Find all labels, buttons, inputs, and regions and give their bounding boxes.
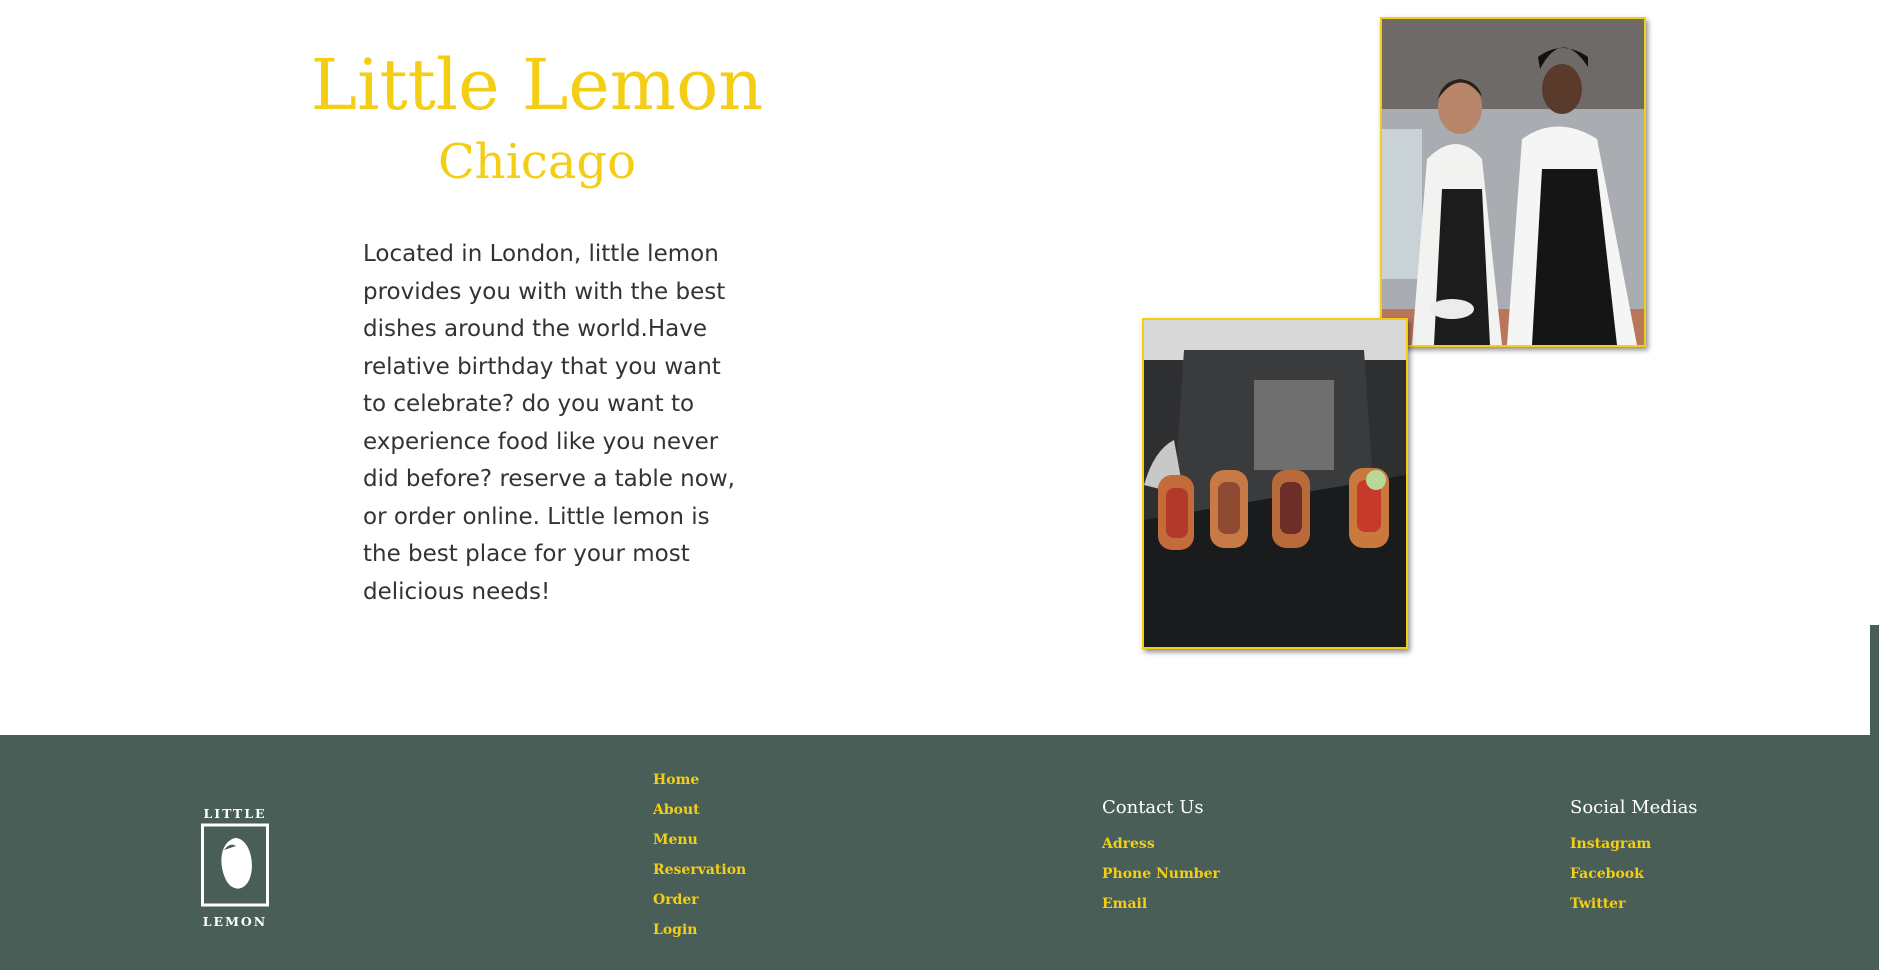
about-section: Little Lemon Chicago Located in London, … <box>0 0 1868 735</box>
chefs-photo <box>1380 17 1646 347</box>
contact-heading: Contact Us <box>1102 797 1204 818</box>
contact-link-address[interactable]: Adress <box>1102 836 1155 852</box>
logo-top-text: LITTLE <box>203 806 266 821</box>
contact-link-email[interactable]: Email <box>1102 896 1147 912</box>
social-link-instagram[interactable]: Instagram <box>1570 836 1651 852</box>
food-photo <box>1142 318 1408 649</box>
footer-nav-reservation[interactable]: Reservation <box>653 862 746 878</box>
footer-nav-login[interactable]: Login <box>653 922 697 938</box>
page-subtitle: Chicago <box>437 134 637 190</box>
contact-link-phone[interactable]: Phone Number <box>1102 866 1220 882</box>
logo-bottom-text: LEMON <box>203 914 267 928</box>
footer-nav-menu[interactable]: Menu <box>653 832 698 848</box>
social-link-facebook[interactable]: Facebook <box>1570 866 1644 882</box>
page-title: Little Lemon <box>310 44 764 126</box>
social-column: Social Medias Instagram Facebook Twitter <box>1570 796 1698 922</box>
scrollbar-thumb[interactable] <box>1870 625 1879 735</box>
footer-nav-about[interactable]: About <box>653 802 700 818</box>
footer-nav: Home About Menu Reservation Order Login <box>653 768 746 948</box>
about-description: Located in London, little lemon provides… <box>363 241 735 605</box>
social-heading: Social Medias <box>1570 797 1698 818</box>
footer-nav-order[interactable]: Order <box>653 892 699 908</box>
little-lemon-logo-icon[interactable]: LITTLE LEMON <box>200 806 270 928</box>
social-link-twitter[interactable]: Twitter <box>1570 896 1625 912</box>
contact-column: Contact Us Adress Phone Number Email <box>1102 796 1220 922</box>
footer-nav-home[interactable]: Home <box>653 772 699 788</box>
